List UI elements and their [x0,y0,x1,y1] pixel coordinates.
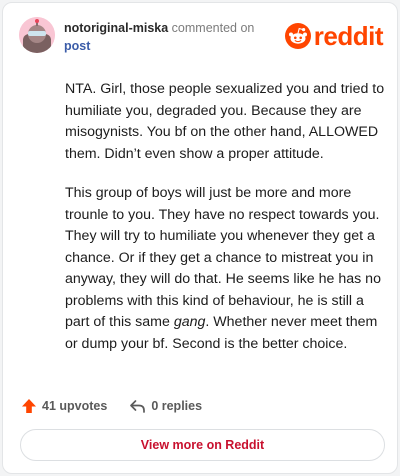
user-avatar[interactable] [19,17,55,53]
paragraph-2-emphasis: gang [173,314,206,330]
upvotes-group[interactable]: 41 upvotes [21,398,107,414]
comment-footer: 41 upvotes 0 replies [21,396,202,416]
embedded-comment-card: notoriginal-miska commented on post redd… [2,2,398,474]
reddit-snoo-icon [284,23,311,49]
comment-header: notoriginal-miska commented on post redd… [19,17,384,57]
comment-body: NTA. Girl, those people sexualized you a… [65,79,385,373]
reddit-logo[interactable]: reddit [284,21,384,51]
user-avatar-icon [19,17,55,53]
reddit-wordmark: reddit [313,21,384,51]
replies-count: 0 replies [151,399,203,413]
upvote-arrow-icon [22,399,36,413]
comment-paragraph-1: NTA. Girl, those people sexualized you a… [65,81,385,162]
view-more-button[interactable]: View more on Reddit [20,429,385,461]
action-text: commented on [171,21,255,35]
upvotes-count: 41 upvotes [42,399,108,413]
reply-arrow-icon [130,400,146,413]
comment-paragraph-2: This group of boys will just be more and… [65,183,385,355]
paragraph-2-text-before: This group of boys will just be more and… [65,185,381,330]
post-link[interactable]: post [64,37,254,55]
username-link[interactable]: notoriginal-miska [64,21,168,35]
comment-meta: notoriginal-miska commented on post [64,19,254,55]
replies-group[interactable]: 0 replies [129,398,202,414]
